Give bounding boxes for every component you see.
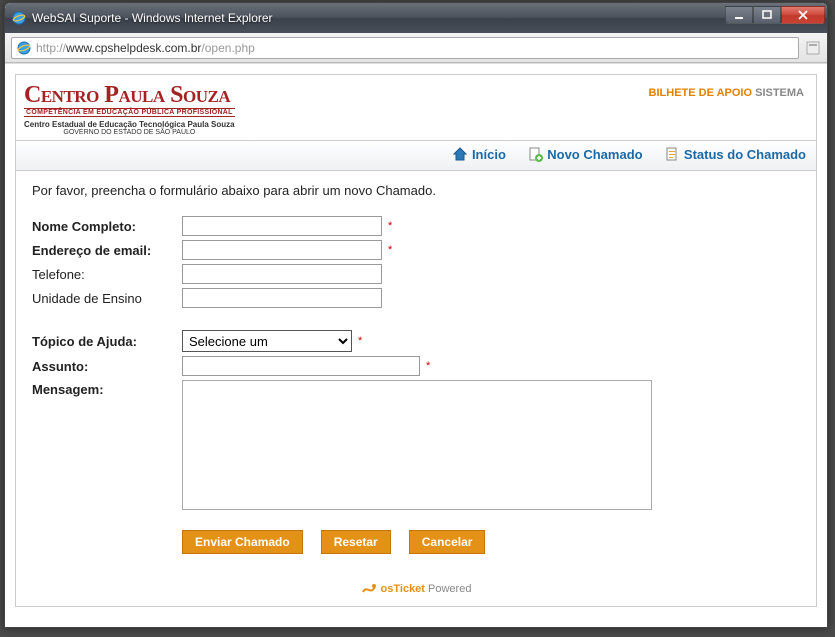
maximize-button[interactable] — [753, 6, 781, 24]
footer: osTicket Powered — [16, 570, 816, 606]
page-content: Centro Paula Souza COMPETÊNCIA EM EDUCAÇ… — [15, 74, 817, 607]
footer-powered: Powered — [425, 583, 471, 595]
nav-home[interactable]: Início — [452, 146, 506, 162]
titlebar[interactable]: WebSAI Suporte - Windows Internet Explor… — [5, 3, 827, 33]
logo-text-2: Paula Souza — [104, 82, 230, 108]
address-bar[interactable]: http://www.cpshelpdesk.com.br/open.php — [11, 37, 799, 59]
input-assunto[interactable] — [182, 356, 420, 376]
label-assunto: Assunto: — [32, 357, 182, 376]
nav-status[interactable]: Status do Chamado — [664, 146, 806, 162]
new-ticket-icon — [527, 146, 543, 162]
label-email: Endereço de email: — [32, 241, 182, 260]
nav-new-label: Novo Chamado — [547, 147, 642, 162]
required-mark: * — [426, 360, 430, 372]
window-controls — [725, 12, 825, 24]
viewport: Centro Paula Souza COMPETÊNCIA EM EDUCAÇ… — [5, 63, 827, 627]
label-mensagem: Mensagem: — [32, 380, 182, 399]
ie-favicon — [11, 10, 27, 26]
url-path: /open.php — [201, 41, 254, 55]
cancel-button[interactable]: Cancelar — [409, 530, 486, 554]
compat-icon[interactable] — [805, 40, 821, 56]
button-row: Enviar Chamado Resetar Cancelar — [32, 530, 800, 554]
nav-home-label: Início — [472, 147, 506, 162]
logo-sub3: GOVERNO DO ESTADO DE SÃO PAULO — [24, 129, 235, 136]
submit-button[interactable]: Enviar Chamado — [182, 530, 303, 554]
browser-window: WebSAI Suporte - Windows Internet Explor… — [4, 2, 828, 628]
url-prefix: http:// — [36, 41, 66, 55]
close-button[interactable] — [781, 6, 825, 24]
header-right: BILHETE DE APOIO SISTEMA — [649, 83, 804, 99]
label-topico: Tópico de Ajuda: — [32, 332, 182, 351]
window-title: WebSAI Suporte - Windows Internet Explor… — [32, 11, 725, 25]
address-bar-row: http://www.cpshelpdesk.com.br/open.php — [5, 33, 827, 63]
footer-brand: osTicket — [381, 583, 425, 595]
input-unidade[interactable] — [182, 288, 382, 308]
input-email[interactable] — [182, 240, 382, 260]
select-topico[interactable]: Selecione um — [182, 330, 352, 352]
nav-new-ticket[interactable]: Novo Chamado — [527, 146, 642, 162]
ie-icon — [16, 40, 32, 56]
home-icon — [452, 146, 468, 162]
form: Por favor, preencha o formulário abaixo … — [16, 171, 816, 570]
required-mark: * — [358, 335, 362, 347]
form-intro: Por favor, preencha o formulário abaixo … — [32, 183, 800, 198]
input-telefone[interactable] — [182, 264, 382, 284]
required-mark: * — [388, 244, 392, 256]
label-nome: Nome Completo: — [32, 217, 182, 236]
textarea-mensagem[interactable] — [182, 380, 652, 510]
navbar: Início Novo Chamado Status do Chamado — [16, 141, 816, 171]
header-badge-gray: SISTEMA — [752, 87, 804, 99]
reset-button[interactable]: Resetar — [321, 530, 391, 554]
required-mark: * — [388, 220, 392, 232]
nav-status-label: Status do Chamado — [684, 147, 806, 162]
minimize-button[interactable] — [725, 6, 753, 24]
input-nome[interactable] — [182, 216, 382, 236]
logo-sub2: Centro Estadual de Educação Tecnológica … — [24, 120, 235, 129]
url-host: www.cpshelpdesk.com.br — [66, 41, 201, 55]
logo: Centro Paula Souza COMPETÊNCIA EM EDUCAÇ… — [24, 83, 235, 136]
header-badge-orange: BILHETE DE APOIO — [649, 87, 753, 99]
label-telefone: Telefone: — [32, 265, 182, 284]
logo-text-1: Centro — [24, 82, 104, 108]
osticket-icon — [361, 582, 377, 596]
label-unidade: Unidade de Ensino — [32, 289, 182, 308]
logo-sub1: COMPETÊNCIA EM EDUCAÇÃO PÚBLICA PROFISSI… — [24, 108, 235, 117]
status-icon — [664, 146, 680, 162]
page-header: Centro Paula Souza COMPETÊNCIA EM EDUCAÇ… — [16, 75, 816, 141]
